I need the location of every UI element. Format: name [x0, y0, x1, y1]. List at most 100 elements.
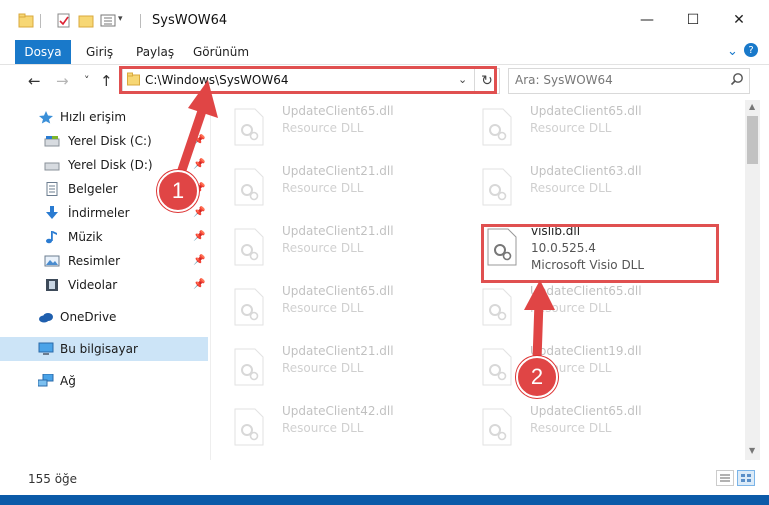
- sidebar-item-network[interactable]: Ağ: [0, 369, 208, 393]
- file-name: UpdateClient65.dll: [530, 404, 642, 418]
- file-name: UpdateClient21.dll: [282, 344, 394, 358]
- help-icon[interactable]: ?: [744, 43, 758, 57]
- navigation-pane: Hızlı erişim Yerel Disk (C:) 📌 Yerel Dis…: [0, 100, 211, 460]
- tiles-view-icon: [741, 474, 751, 482]
- sidebar-item-label: Videolar: [68, 278, 118, 292]
- sidebar-item-label: Müzik: [68, 230, 103, 244]
- file-item[interactable]: UpdateClient65.dll Resource DLL: [212, 102, 452, 160]
- tab-share[interactable]: Paylaş: [136, 45, 174, 59]
- documents-icon: [46, 182, 58, 196]
- properties-icon[interactable]: [56, 12, 72, 30]
- file-item[interactable]: UpdateClient21.dll Resource DLL: [212, 342, 452, 400]
- item-count: 155 öğe: [28, 472, 78, 486]
- file-name: UpdateClient65.dll: [530, 104, 642, 118]
- qa-separator: [40, 14, 41, 28]
- dll-file-icon: [234, 348, 264, 386]
- maximize-icon: ☐: [686, 12, 700, 28]
- file-description: Resource DLL: [282, 301, 364, 315]
- file-item[interactable]: UpdateClient21.dll Resource DLL: [212, 162, 452, 220]
- search-icon[interactable]: [730, 72, 744, 86]
- new-folder-icon[interactable]: [78, 12, 94, 30]
- step-1-badge: 1: [157, 170, 199, 212]
- dll-file-icon: [482, 108, 512, 146]
- sidebar-item-this-pc[interactable]: Bu bilgisayar: [0, 337, 208, 361]
- dll-file-icon: [482, 348, 512, 386]
- star-icon: [39, 111, 53, 124]
- close-button[interactable]: ✕: [716, 0, 762, 40]
- sidebar-item-label: Belgeler: [68, 182, 118, 196]
- pin-icon[interactable]: 📌: [193, 255, 205, 266]
- sidebar-item-quick-access[interactable]: Hızlı erişim: [0, 105, 208, 129]
- file-description: Resource DLL: [530, 301, 612, 315]
- sidebar-item-label: Yerel Disk (C:): [68, 134, 152, 148]
- ribbon-bar: [0, 40, 769, 65]
- minimize-button[interactable]: —: [624, 0, 670, 40]
- view-details-icon[interactable]: [100, 12, 116, 30]
- file-name: UpdateClient19.dll: [530, 344, 642, 358]
- up-icon[interactable]: ↑: [100, 72, 113, 90]
- pin-icon[interactable]: 📌: [193, 207, 205, 218]
- ribbon-expand-icon[interactable]: ⌄: [727, 44, 738, 59]
- sidebar-item-disk-c[interactable]: Yerel Disk (C:) 📌: [0, 129, 208, 153]
- customize-toolbar-icon[interactable]: ▾: [118, 14, 123, 24]
- pictures-icon: [44, 255, 60, 267]
- details-view-icon: [720, 474, 730, 482]
- file-item[interactable]: UpdateClient65.dll Resource DLL: [212, 282, 452, 340]
- file-item[interactable]: UpdateClient65.dll Resource DLL: [460, 282, 700, 340]
- videos-icon: [46, 279, 58, 291]
- file-name: UpdateClient42.dll: [282, 404, 394, 418]
- maximize-button[interactable]: ☐: [670, 0, 716, 40]
- sidebar-item-pictures[interactable]: Resimler 📌: [0, 249, 208, 273]
- sidebar-item-label: Hızlı erişim: [60, 110, 127, 124]
- music-icon: [46, 231, 57, 244]
- computer-icon: [38, 342, 54, 355]
- scroll-down-icon[interactable]: ▼: [749, 446, 755, 455]
- scrollbar-thumb[interactable]: [747, 116, 758, 164]
- sidebar-item-label: Resimler: [68, 254, 121, 268]
- search-input[interactable]: Ara: SysWOW64: [515, 73, 613, 87]
- forward-icon[interactable]: →: [56, 72, 69, 90]
- details-view-button[interactable]: [716, 470, 734, 486]
- file-item[interactable]: UpdateClient65.dll Resource DLL: [460, 402, 700, 460]
- title-separator: [140, 14, 141, 28]
- file-item[interactable]: UpdateClient19.dll Resource DLL: [460, 342, 700, 400]
- dll-file-icon: [482, 288, 512, 326]
- step-2-badge: 2: [516, 356, 558, 398]
- sidebar-item-onedrive[interactable]: OneDrive: [0, 305, 208, 329]
- file-item[interactable]: UpdateClient65.dll Resource DLL: [460, 102, 700, 160]
- file-item[interactable]: UpdateClient63.dll Resource DLL: [460, 162, 700, 220]
- window-title: SysWOW64: [152, 13, 228, 28]
- dll-file-icon: [234, 168, 264, 206]
- dll-file-icon: [234, 108, 264, 146]
- dll-file-icon: [234, 228, 264, 266]
- desktop-background: [0, 495, 769, 505]
- dll-file-icon: [482, 168, 512, 206]
- sidebar-item-label: Yerel Disk (D:): [68, 158, 153, 172]
- sidebar-item-label: İndirmeler: [68, 206, 130, 220]
- file-description: Resource DLL: [282, 181, 364, 195]
- file-name: UpdateClient21.dll: [282, 164, 394, 178]
- file-description: Resource DLL: [530, 421, 612, 435]
- scroll-up-icon[interactable]: ▲: [749, 102, 755, 111]
- sidebar-item-videos[interactable]: Videolar 📌: [0, 273, 208, 297]
- tab-view[interactable]: Görünüm: [193, 45, 249, 59]
- back-icon[interactable]: ←: [28, 72, 41, 90]
- file-description: Resource DLL: [530, 121, 612, 135]
- pin-icon[interactable]: 📌: [193, 135, 205, 146]
- file-description: Resource DLL: [282, 421, 364, 435]
- tab-home[interactable]: Giriş: [86, 45, 113, 59]
- pin-icon[interactable]: 📌: [193, 159, 205, 170]
- large-icons-view-button[interactable]: [737, 470, 755, 486]
- sidebar-item-label: Ağ: [60, 374, 76, 388]
- folder-icon: [18, 13, 34, 28]
- file-item[interactable]: UpdateClient21.dll Resource DLL: [212, 222, 452, 280]
- pin-icon[interactable]: 📌: [193, 279, 205, 290]
- sidebar-item-music[interactable]: Müzik 📌: [0, 225, 208, 249]
- file-item[interactable]: UpdateClient42.dll Resource DLL: [212, 402, 452, 460]
- recent-locations-icon[interactable]: ˅: [84, 74, 90, 87]
- file-name: UpdateClient65.dll: [282, 104, 394, 118]
- pin-icon[interactable]: 📌: [193, 231, 205, 242]
- tab-file[interactable]: Dosya: [15, 40, 71, 64]
- dll-file-icon: [234, 288, 264, 326]
- drive-icon: [44, 162, 60, 171]
